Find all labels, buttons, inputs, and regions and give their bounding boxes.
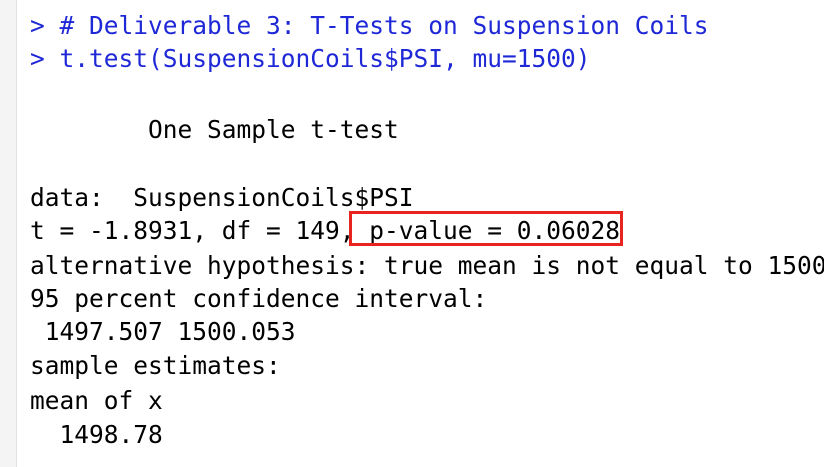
test-title: One Sample t-test bbox=[30, 115, 399, 144]
console-command-line: > t.test(SuspensionCoils$PSI, mu=1500) bbox=[30, 44, 591, 73]
confidence-interval-values: 1497.507 1500.053 bbox=[30, 317, 296, 346]
r-console[interactable]: > # Deliverable 3: T-Tests on Suspension… bbox=[0, 0, 824, 467]
data-line: data: SuspensionCoils$PSI bbox=[30, 183, 414, 212]
mean-of-x-label: mean of x bbox=[30, 386, 163, 415]
p-value-highlight-box bbox=[349, 211, 623, 246]
mean-of-x-value: 1498.78 bbox=[30, 420, 163, 449]
confidence-interval-label: 95 percent confidence interval: bbox=[30, 284, 488, 313]
alternative-hypothesis-line: alternative hypothesis: true mean is not… bbox=[30, 251, 824, 280]
sample-estimates-label: sample estimates: bbox=[30, 351, 281, 380]
console-command-line: > # Deliverable 3: T-Tests on Suspension… bbox=[30, 11, 709, 40]
console-gutter bbox=[0, 0, 17, 467]
